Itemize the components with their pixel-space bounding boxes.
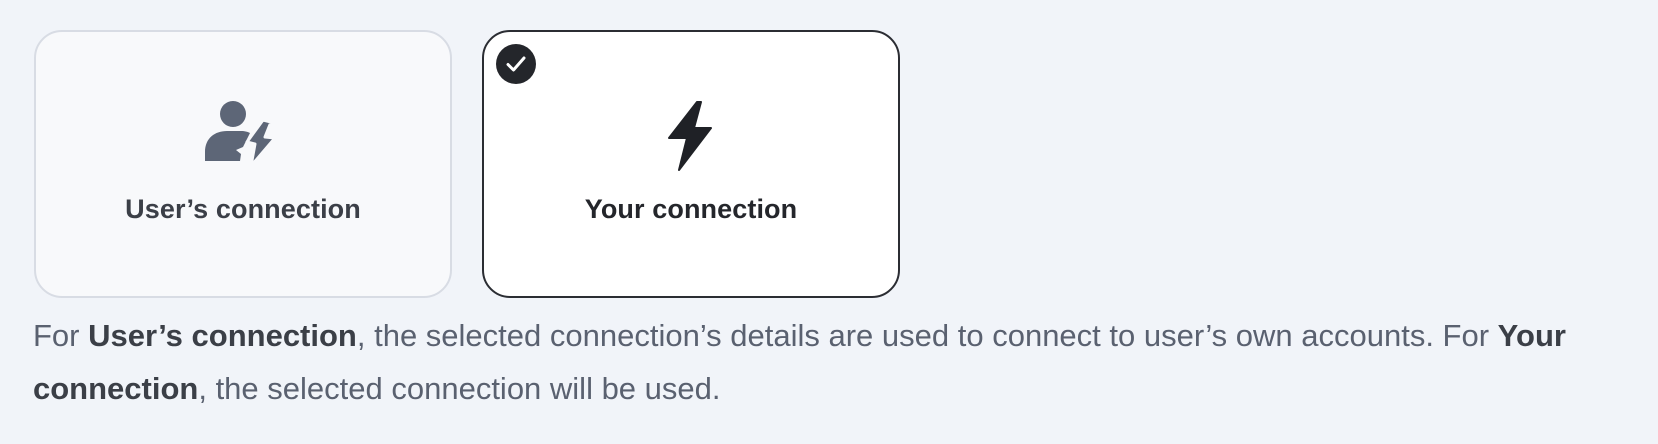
option-label: User’s connection <box>125 194 361 224</box>
help-text-bold-users-connection: User’s connection <box>88 318 357 353</box>
help-text-segment: For <box>33 318 89 353</box>
users-connection-option[interactable]: User’s connection <box>34 30 452 298</box>
user-bolt-icon <box>203 100 283 172</box>
connection-type-selector: User’s connection Your connection <box>34 30 900 298</box>
help-text-segment: , the selected connection will be used. <box>198 371 721 406</box>
option-label: Your connection <box>584 194 798 224</box>
your-connection-option[interactable]: Your connection <box>482 30 900 298</box>
checkmark-icon <box>496 44 536 84</box>
help-text-segment: , the selected connection’s details are … <box>356 318 1498 353</box>
connection-help-text: For User’s connection, the selected conn… <box>33 309 1633 415</box>
lightning-bolt-icon <box>651 100 731 172</box>
